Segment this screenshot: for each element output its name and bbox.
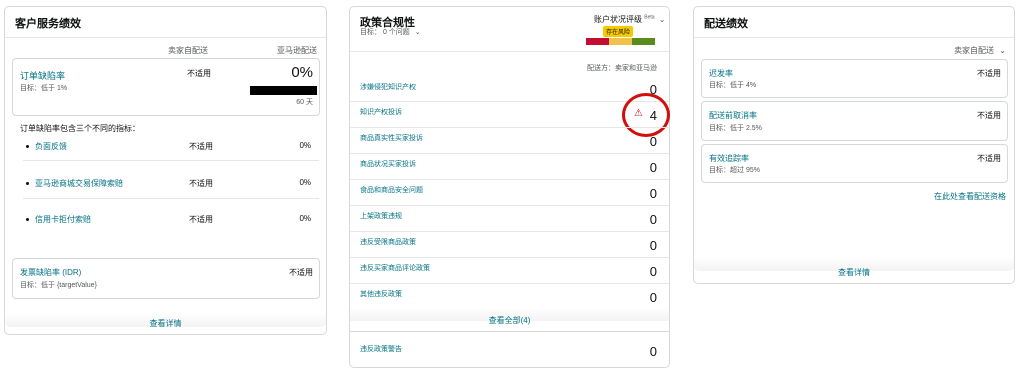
bullet xyxy=(26,218,29,221)
policy-item-ip-complaints[interactable]: 知识产权投诉 xyxy=(360,107,402,117)
account-health-label: 账户状况评级 xyxy=(594,15,642,24)
shipping-title: 配送绩效 xyxy=(704,18,748,30)
policy-warning-link[interactable]: 违反政策警告 xyxy=(360,344,402,354)
cancel-rate-value: 不适用 xyxy=(977,111,1001,120)
late-shipment-link[interactable]: 迟发率 xyxy=(709,68,733,79)
beta-badge: Beta xyxy=(644,14,655,21)
metric-chargeback-merchant: 不适用 xyxy=(189,215,213,224)
shipping-eligibility-link[interactable]: 在此处查看配送资格 xyxy=(934,191,1006,202)
chevron-down-icon[interactable]: ⌄ xyxy=(659,15,666,24)
odr-link[interactable]: 订单缺陷率 xyxy=(20,69,65,82)
policy-count-listing: 0 xyxy=(649,212,657,227)
risk-badge: 存在风险 xyxy=(603,26,634,37)
odr-box: 订单缺陷率 目标：低于 1% 不适用 0% 60 天 xyxy=(12,58,320,116)
metric-az-claims-merchant: 不适用 xyxy=(189,179,213,188)
cancel-rate-box: 配送前取消率 目标：低于 2.5% 不适用 xyxy=(701,101,1008,141)
account-health-rating[interactable]: 账户状况评级 Beta ⌄ xyxy=(594,14,665,25)
odr-days: 60 天 xyxy=(296,99,313,106)
customer-service-title: 客户服务绩效 xyxy=(15,18,81,30)
cancel-rate-link[interactable]: 配送前取消率 xyxy=(709,110,757,121)
odr-bar xyxy=(250,86,317,95)
policy-item-authenticity[interactable]: 商品真实性买家投诉 xyxy=(360,133,423,143)
bullet xyxy=(26,145,29,148)
health-bar-yellow xyxy=(609,38,632,45)
tracking-rate-box: 有效追踪率 目标：超过 95% 不适用 xyxy=(701,144,1008,183)
policy-item-condition[interactable]: 商品状况买家投诉 xyxy=(360,159,416,169)
shipping-selector-label: 卖家自配送 xyxy=(954,46,995,55)
policy-count-authenticity: 0 xyxy=(649,134,657,149)
metric-negative-feedback[interactable]: 负面反馈 xyxy=(35,141,67,152)
late-shipment-value: 不适用 xyxy=(977,69,1001,78)
policy-item-ip-suspected[interactable]: 涉嫌侵犯知识产权 xyxy=(360,82,416,92)
health-bar-green xyxy=(632,38,655,45)
policy-count-reviews: 0 xyxy=(649,264,657,279)
policy-count-restricted: 0 xyxy=(649,238,657,253)
idr-value: 不适用 xyxy=(289,268,313,277)
metric-negative-feedback-amazon: 0% xyxy=(299,141,311,150)
policy-count-condition: 0 xyxy=(649,160,657,175)
shipping-card: 配送绩效 卖家自配送 ⌄ 迟发率 目标：低于 4% 不适用 配送前取消率 目标：… xyxy=(693,6,1015,284)
policy-target: 目标： 0 个问题 ⌄ xyxy=(360,27,421,37)
odr-target: 目标：低于 1% xyxy=(20,85,68,92)
bullet xyxy=(26,182,29,185)
policy-item-food-safety[interactable]: 食品和商品安全问题 xyxy=(360,185,423,195)
late-shipment-target: 目标：低于 4% xyxy=(709,82,757,89)
chevron-down-icon[interactable]: ⌄ xyxy=(999,46,1006,55)
shipping-view-details[interactable]: 查看详情 xyxy=(694,267,1014,278)
view-all-link[interactable]: 查看全部(4) xyxy=(350,315,669,326)
metric-negative-feedback-merchant: 不适用 xyxy=(189,142,213,151)
metric-chargeback-amazon: 0% xyxy=(299,214,311,223)
idr-target: 目标：低于 {targetValue} xyxy=(20,282,97,289)
policy-item-listing[interactable]: 上架政策违规 xyxy=(360,211,402,221)
idr-box: 发票缺陷率 (IDR) 目标：低于 {targetValue} 不适用 xyxy=(12,258,320,299)
odr-amazon-value: 0% xyxy=(291,64,313,81)
metric-chargeback[interactable]: 信用卡拒付索赔 xyxy=(35,214,91,225)
policy-item-other[interactable]: 其他违反政策 xyxy=(360,289,402,299)
fulfilled-by: 配送方：卖家和亚马逊 xyxy=(587,65,657,72)
policy-target-text: 目标： 0 个问题 xyxy=(360,29,410,36)
health-bar-red xyxy=(586,38,609,45)
tracking-rate-target: 目标：超过 95% xyxy=(709,167,760,174)
metric-az-claims-amazon: 0% xyxy=(299,178,311,187)
warning-icon: ⚠ xyxy=(634,108,643,119)
policy-warning-count: 0 xyxy=(649,344,657,359)
policy-count-other: 0 xyxy=(649,290,657,305)
column-header-amazon: 亚马逊配送 xyxy=(277,46,317,55)
policy-item-restricted[interactable]: 违反受限商品政策 xyxy=(360,237,416,247)
metric-az-claims[interactable]: 亚马逊商城交易保障索赔 xyxy=(35,178,123,189)
chevron-down-icon[interactable]: ⌄ xyxy=(415,29,421,36)
cancel-rate-target: 目标：低于 2.5% xyxy=(709,125,762,132)
tracking-rate-link[interactable]: 有效追踪率 xyxy=(709,153,749,164)
policy-item-reviews[interactable]: 违反买家商品评论政策 xyxy=(360,263,430,273)
shipping-selector[interactable]: 卖家自配送 ⌄ xyxy=(954,45,1006,56)
tracking-rate-value: 不适用 xyxy=(977,154,1001,163)
policy-card: 政策合规性 目标： 0 个问题 ⌄ 账户状况评级 Beta ⌄ 存在风险 配送方… xyxy=(349,6,670,368)
policy-count-food-safety: 0 xyxy=(649,186,657,201)
column-header-merchant: 卖家自配送 xyxy=(168,46,208,55)
late-shipment-box: 迟发率 目标：低于 4% 不适用 xyxy=(701,59,1008,98)
customer-service-view-details[interactable]: 查看详情 xyxy=(5,318,326,329)
customer-service-card: 客户服务绩效 卖家自配送 亚马逊配送 订单缺陷率 目标：低于 1% 不适用 0%… xyxy=(4,6,327,335)
odr-merchant-value: 不适用 xyxy=(187,69,211,78)
odr-intro: 订单缺陷率包含三个不同的指标： xyxy=(20,124,140,133)
annotation-circle xyxy=(622,93,670,137)
idr-link[interactable]: 发票缺陷率 (IDR) xyxy=(20,267,81,278)
